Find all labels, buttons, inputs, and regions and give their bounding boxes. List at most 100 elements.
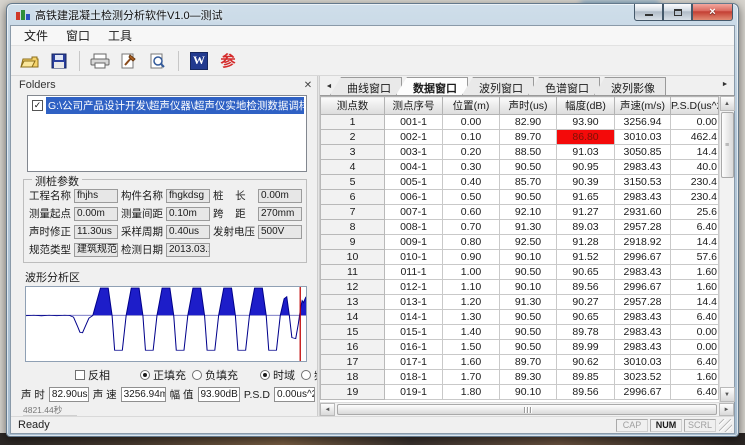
- cell[interactable]: 82.90: [500, 115, 557, 130]
- readout-value-1[interactable]: 3256.94m/s: [121, 387, 166, 402]
- cell[interactable]: 6.40: [671, 385, 719, 400]
- word-export-button[interactable]: W: [186, 49, 212, 73]
- cell[interactable]: 85.70: [500, 175, 557, 190]
- cell[interactable]: 2957.28: [615, 295, 671, 310]
- cell[interactable]: 012-1: [385, 280, 443, 295]
- save-button[interactable]: [46, 49, 72, 73]
- cell[interactable]: 92.10: [500, 205, 557, 220]
- print-button[interactable]: [87, 49, 113, 73]
- parameters-button[interactable]: 参: [215, 49, 241, 73]
- cell[interactable]: 90.95: [557, 160, 615, 175]
- tab-5[interactable]: 波列影像: [594, 77, 666, 95]
- cell[interactable]: 4: [321, 160, 385, 175]
- readout-value-2[interactable]: 93.90dB: [198, 387, 240, 402]
- cell[interactable]: 93.90: [557, 115, 615, 130]
- cell[interactable]: 0.60: [443, 205, 500, 220]
- horizontal-scrollbar[interactable]: ◄ ►: [320, 402, 734, 416]
- tab-2[interactable]: 数据窗口: [396, 77, 468, 95]
- radio-icon[interactable]: [192, 370, 202, 380]
- cell[interactable]: 89.56: [557, 280, 615, 295]
- scroll-left-icon[interactable]: ◄: [320, 403, 335, 416]
- cell[interactable]: 91.27: [557, 205, 615, 220]
- cell[interactable]: 2983.43: [615, 325, 671, 340]
- cell[interactable]: 90.50: [500, 340, 557, 355]
- cell[interactable]: 004-1: [385, 160, 443, 175]
- cell[interactable]: 90.65: [557, 265, 615, 280]
- cell[interactable]: 90.10: [500, 280, 557, 295]
- close-button[interactable]: ×: [692, 4, 733, 21]
- cell[interactable]: 0.00: [671, 325, 719, 340]
- checkbox-反相[interactable]: 反相: [75, 367, 110, 383]
- cell[interactable]: 013-1: [385, 295, 443, 310]
- cell[interactable]: 14.4: [671, 295, 719, 310]
- cell[interactable]: 462.4: [671, 130, 719, 145]
- column-header-2[interactable]: 位置(m): [443, 97, 500, 115]
- cell[interactable]: 2983.43: [615, 190, 671, 205]
- title-bar[interactable]: 高铁建混凝土检测分析软件V1.0—测试 ×: [10, 4, 735, 25]
- column-header-5[interactable]: 声速(m/s): [615, 97, 671, 115]
- cell[interactable]: 230.4: [671, 175, 719, 190]
- cell[interactable]: 010-1: [385, 250, 443, 265]
- cell[interactable]: 018-1: [385, 370, 443, 385]
- cell[interactable]: 89.78: [557, 325, 615, 340]
- tab-1[interactable]: 曲线窗口: [330, 77, 402, 95]
- cell[interactable]: 2996.67: [615, 250, 671, 265]
- cell[interactable]: 1.60: [671, 280, 719, 295]
- cell[interactable]: 019-1: [385, 385, 443, 400]
- scroll-up-icon[interactable]: ▲: [720, 96, 735, 111]
- column-header-6[interactable]: P.S.D(us^2: [671, 97, 719, 115]
- cell[interactable]: 89.70: [500, 355, 557, 370]
- cell[interactable]: 90.50: [500, 310, 557, 325]
- cell[interactable]: 1: [321, 115, 385, 130]
- folder-path[interactable]: G:\公司产品设计开发\超声仪器\超声仪实地检测数据调样时qd\qd03\qd0…: [46, 97, 304, 114]
- cell[interactable]: 1.10: [443, 280, 500, 295]
- cell[interactable]: 91.30: [500, 295, 557, 310]
- cell[interactable]: 016-1: [385, 340, 443, 355]
- cell[interactable]: 90.62: [557, 355, 615, 370]
- cell[interactable]: 1.30: [443, 310, 500, 325]
- cell[interactable]: 91.30: [500, 220, 557, 235]
- cell[interactable]: 0.90: [443, 250, 500, 265]
- cell[interactable]: 015-1: [385, 325, 443, 340]
- cell[interactable]: 002-1: [385, 130, 443, 145]
- tab-3[interactable]: 波列窗口: [462, 77, 534, 95]
- cell[interactable]: 90.10: [500, 385, 557, 400]
- menu-window[interactable]: 窗口: [57, 25, 99, 46]
- cell[interactable]: 25.6: [671, 205, 719, 220]
- cell[interactable]: 2983.43: [615, 160, 671, 175]
- scroll-right-icon[interactable]: ►: [719, 403, 734, 416]
- cell[interactable]: 2918.92: [615, 235, 671, 250]
- cell[interactable]: 1.80: [443, 385, 500, 400]
- cell[interactable]: 14.4: [671, 145, 719, 160]
- checkbox-icon[interactable]: [75, 370, 85, 380]
- cell[interactable]: 0.00: [671, 115, 719, 130]
- folder-item[interactable]: ✓ G:\公司产品设计开发\超声仪器\超声仪实地检测数据调样时qd\qd03\q…: [30, 98, 304, 113]
- cell[interactable]: 1.20: [443, 295, 500, 310]
- cell[interactable]: 7: [321, 205, 385, 220]
- cell[interactable]: 0.40: [443, 175, 500, 190]
- folder-checkbox[interactable]: ✓: [32, 100, 43, 111]
- cell[interactable]: 0.30: [443, 160, 500, 175]
- cell[interactable]: 8: [321, 220, 385, 235]
- cell[interactable]: 2983.43: [615, 310, 671, 325]
- tab-4[interactable]: 色谱窗口: [528, 77, 600, 95]
- minimize-button[interactable]: [634, 4, 663, 21]
- cell[interactable]: 1.60: [443, 355, 500, 370]
- cell[interactable]: 1.00: [443, 265, 500, 280]
- resize-grip[interactable]: [719, 419, 732, 432]
- cell[interactable]: 90.50: [500, 190, 557, 205]
- cell[interactable]: 1.70: [443, 370, 500, 385]
- cell[interactable]: 0.70: [443, 220, 500, 235]
- radio-icon[interactable]: [301, 370, 311, 380]
- cell[interactable]: 12: [321, 280, 385, 295]
- cell[interactable]: 0.20: [443, 145, 500, 160]
- cell[interactable]: 011-1: [385, 265, 443, 280]
- cell[interactable]: 6.40: [671, 355, 719, 370]
- column-header-3[interactable]: 声时(us): [500, 97, 557, 115]
- cell[interactable]: 89.85: [557, 370, 615, 385]
- cell[interactable]: 11: [321, 265, 385, 280]
- cell[interactable]: 3050.85: [615, 145, 671, 160]
- cell[interactable]: 88.50: [500, 145, 557, 160]
- cell[interactable]: 2: [321, 130, 385, 145]
- cell[interactable]: 006-1: [385, 190, 443, 205]
